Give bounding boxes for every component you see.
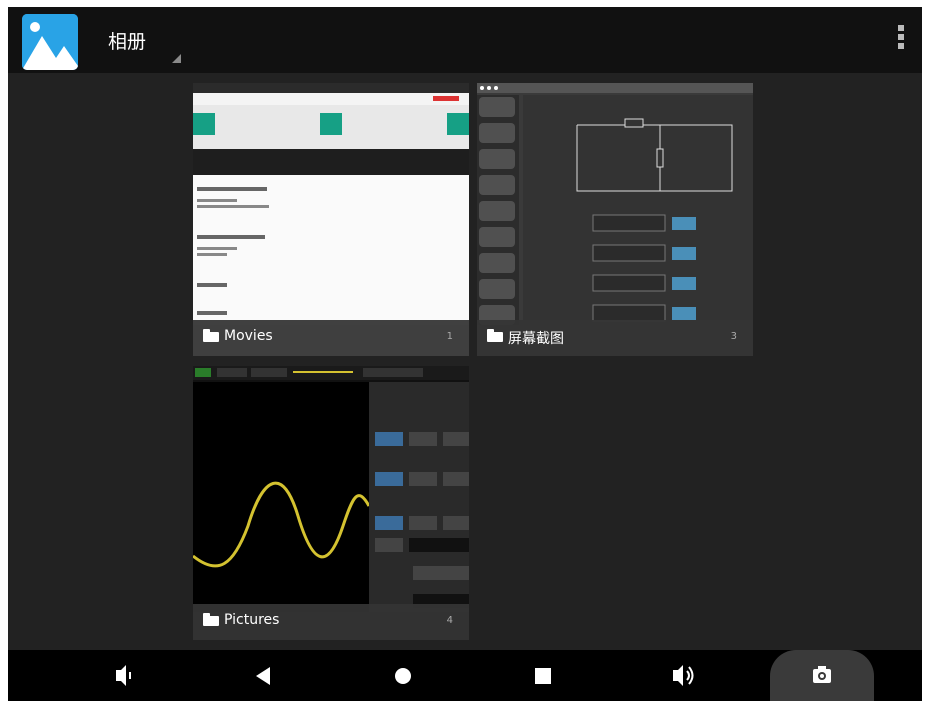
volume-up-icon[interactable]	[663, 650, 703, 701]
album-tile-screenshots[interactable]: 屏幕截图 3	[477, 83, 753, 356]
album-thumbnail	[193, 83, 469, 356]
album-count: 4	[446, 615, 453, 626]
album-spinner-title[interactable]: 相册	[108, 27, 146, 54]
home-icon[interactable]	[383, 650, 423, 701]
album-name: 屏幕截图	[508, 331, 564, 347]
album-label-bar: 屏幕截图 3	[477, 320, 753, 356]
action-bar: 相册	[8, 7, 922, 73]
album-label-bar: Pictures 4	[193, 604, 469, 640]
album-thumbnail	[477, 83, 753, 356]
album-name: Pictures	[224, 612, 280, 628]
more-vert-icon[interactable]	[894, 25, 908, 55]
album-count: 3	[730, 331, 737, 342]
system-nav-bar	[8, 650, 922, 701]
folder-icon	[203, 613, 219, 626]
album-thumbnail	[193, 366, 469, 640]
album-tile-movies[interactable]: Movies 1	[193, 83, 469, 356]
back-icon[interactable]	[244, 650, 284, 701]
album-count: 1	[446, 331, 453, 342]
album-label-bar: Movies 1	[193, 320, 469, 356]
gallery-icon[interactable]	[22, 14, 78, 70]
folder-icon	[487, 329, 503, 342]
album-tile-pictures[interactable]: Pictures 4	[193, 366, 469, 640]
folder-icon	[203, 329, 219, 342]
recents-icon[interactable]	[523, 650, 563, 701]
album-name: Movies	[224, 328, 273, 344]
dropdown-indicator-icon[interactable]	[172, 54, 181, 63]
camera-icon[interactable]	[770, 650, 874, 701]
volume-down-icon[interactable]	[104, 650, 144, 701]
gallery-app-window: 相册 Movies 1 屏幕截图 3 Pictures 4	[8, 7, 922, 701]
